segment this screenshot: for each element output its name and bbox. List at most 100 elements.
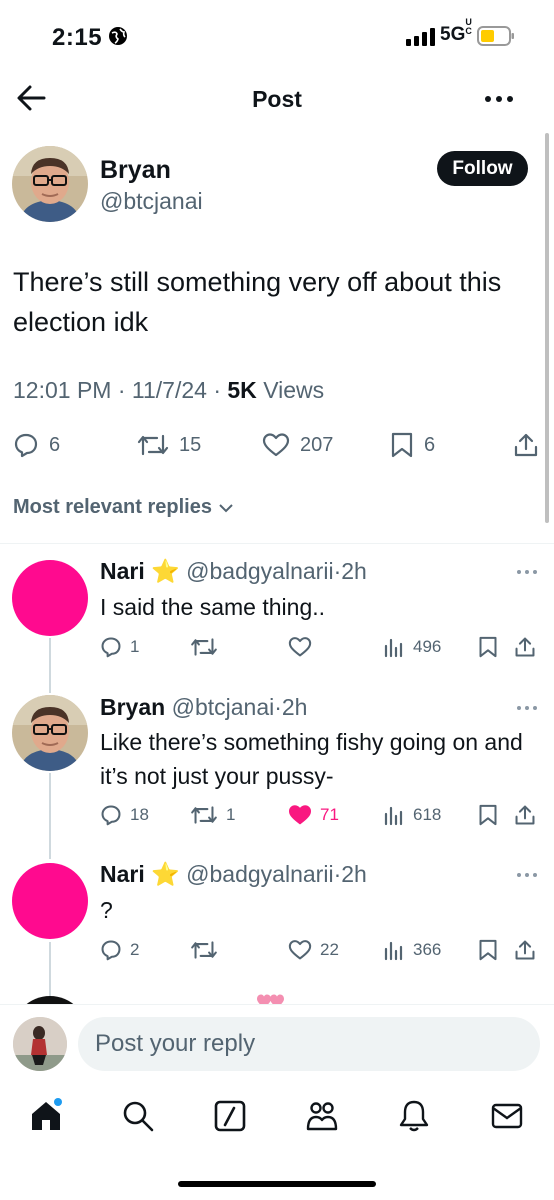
notifications-icon[interactable]	[396, 1098, 432, 1134]
reply-avatar[interactable]	[12, 863, 88, 939]
like-count: 22	[320, 940, 339, 959]
reply-time: 2h	[341, 861, 367, 887]
my-avatar[interactable]	[13, 1017, 67, 1071]
post-time: 12:01 PM	[13, 377, 112, 403]
reply-author-name[interactable]: Bryan	[100, 694, 165, 720]
repost-stat[interactable]: 15	[137, 432, 201, 458]
views-icon	[383, 804, 405, 826]
reply-count: 1	[130, 637, 140, 656]
like-stat[interactable]	[288, 636, 312, 658]
messages-icon[interactable]	[489, 1098, 525, 1134]
thread-line	[49, 773, 51, 859]
reply-author-handle[interactable]: @btcjanai	[172, 694, 275, 720]
replies-sort-dropdown[interactable]: Most relevant replies	[13, 496, 234, 519]
reply-avatar[interactable]	[12, 695, 88, 771]
bookmark-icon	[390, 432, 414, 458]
home-icon[interactable]	[28, 1098, 64, 1134]
reply-input[interactable]	[78, 1017, 540, 1071]
reply-header: Nari ⭐ @badgyalnarii·2h	[100, 558, 367, 584]
like-count: 207	[300, 433, 334, 456]
thread-line	[49, 638, 51, 693]
reply-count: 18	[130, 805, 149, 824]
reply-header: Nari ⭐ @badgyalnarii·2h	[100, 861, 367, 887]
reply-header: Bryan @btcjanai·2h	[100, 694, 308, 720]
page-title: Post	[252, 86, 302, 112]
repost-icon	[190, 636, 218, 658]
author-avatar[interactable]	[12, 146, 88, 222]
views-count: 5K	[227, 377, 257, 403]
author-handle[interactable]: @btcjanai	[100, 188, 203, 215]
repost-icon	[190, 804, 218, 826]
reply-time: 2h	[281, 694, 308, 720]
reply-text: Like there’s something fishy going on an…	[100, 729, 523, 789]
reply-text: I said the same thing..	[100, 594, 326, 620]
reply-count: 2	[130, 940, 140, 959]
network-type: 5GUC	[440, 17, 472, 46]
repost-stat[interactable]	[190, 939, 218, 961]
like-stat[interactable]: 71	[288, 804, 339, 826]
views-count: 366	[413, 940, 442, 959]
divider	[0, 543, 554, 544]
views-icon	[383, 636, 405, 658]
more-icon[interactable]	[516, 569, 538, 575]
post-meta: 12:01 PM · 11/7/24 · 5K Views	[13, 377, 325, 403]
like-icon	[288, 636, 312, 658]
chevron-down-icon	[218, 503, 234, 513]
reply-stat[interactable]: 6	[13, 432, 60, 458]
bookmark-icon[interactable]	[478, 939, 498, 961]
reply-icon	[100, 939, 122, 961]
battery-icon	[477, 26, 515, 46]
scrollbar[interactable]	[545, 133, 549, 523]
views-count: 618	[413, 805, 442, 824]
more-icon[interactable]	[484, 95, 514, 103]
more-icon[interactable]	[516, 705, 538, 711]
share-icon[interactable]	[513, 432, 539, 458]
views-stat[interactable]: 366	[383, 939, 441, 961]
post-text: There’s still something very off about t…	[13, 267, 502, 337]
reply-author-name[interactable]: Nari	[100, 861, 145, 887]
reply-icon	[100, 636, 122, 658]
views-stat[interactable]: 496	[383, 636, 441, 658]
reply-stat[interactable]: 2	[100, 939, 139, 961]
views-label[interactable]: Views	[263, 377, 324, 403]
reply-avatar[interactable]	[12, 560, 88, 636]
grok-icon[interactable]	[212, 1098, 248, 1134]
like-icon	[288, 804, 312, 826]
like-stat[interactable]: 22	[288, 939, 339, 961]
repost-stat[interactable]: 1	[190, 804, 235, 826]
reply-text: ?	[100, 897, 113, 923]
repost-icon	[190, 939, 218, 961]
reply-stat[interactable]: 1	[100, 636, 139, 658]
author-name[interactable]: Bryan	[100, 156, 171, 185]
reply-icon	[100, 804, 122, 826]
more-icon[interactable]	[516, 872, 538, 878]
bookmark-icon[interactable]	[478, 804, 498, 826]
communities-icon[interactable]	[304, 1098, 340, 1134]
like-count: 71	[320, 805, 339, 824]
reply-count: 6	[49, 433, 61, 456]
reply-author-name[interactable]: Nari	[100, 558, 145, 584]
share-icon[interactable]	[514, 636, 536, 658]
bookmark-stat[interactable]: 6	[390, 432, 435, 458]
repost-stat[interactable]	[190, 636, 218, 658]
like-icon	[288, 939, 312, 961]
share-icon[interactable]	[514, 804, 536, 826]
like-icon	[262, 432, 290, 458]
star-emoji: ⭐	[151, 558, 180, 584]
post-date: 11/7/24	[131, 377, 207, 403]
reply-author-handle[interactable]: @badgyalnarii	[186, 861, 333, 887]
reply-author-handle[interactable]: @badgyalnarii	[186, 558, 333, 584]
location-globe-icon	[108, 26, 128, 46]
reply-time: 2h	[341, 558, 367, 584]
thread-line	[49, 942, 51, 1004]
follow-button[interactable]: Follow	[437, 151, 528, 186]
bookmark-icon[interactable]	[478, 636, 498, 658]
share-icon[interactable]	[514, 939, 536, 961]
views-stat[interactable]: 618	[383, 804, 441, 826]
star-emoji: ⭐	[151, 861, 180, 887]
reply-stat[interactable]: 18	[100, 804, 149, 826]
like-stat[interactable]: 207	[262, 432, 333, 458]
views-count: 496	[413, 637, 442, 656]
replies-sort-label: Most relevant replies	[13, 496, 212, 518]
search-icon[interactable]	[120, 1098, 156, 1134]
